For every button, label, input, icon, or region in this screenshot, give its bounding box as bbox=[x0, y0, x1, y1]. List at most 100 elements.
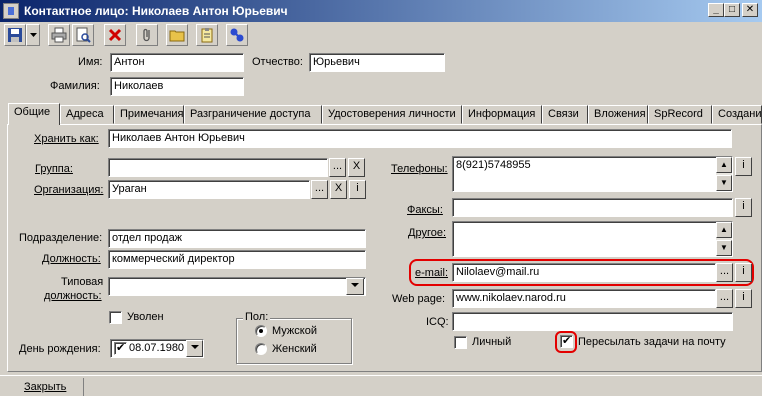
email-info-button[interactable]: i bbox=[735, 263, 752, 282]
web-page-info-button[interactable]: i bbox=[735, 289, 752, 308]
web-page-browse-button[interactable]: ... bbox=[716, 289, 733, 308]
typical-position-label-line2: должность: bbox=[44, 290, 102, 302]
scroll-up-arrow[interactable]: ▲ bbox=[716, 222, 732, 238]
icq-field[interactable] bbox=[452, 312, 733, 331]
print-preview-button[interactable] bbox=[72, 24, 94, 46]
organization-field[interactable]: Ураган bbox=[108, 180, 310, 199]
birthday-value: 08.07.1980 bbox=[129, 342, 185, 354]
group-field[interactable] bbox=[108, 158, 328, 177]
save-options-dropdown[interactable] bbox=[26, 24, 40, 46]
status-bar: Закрыть bbox=[0, 375, 762, 396]
department-field[interactable]: отдел продаж bbox=[108, 229, 366, 248]
organization-info-button[interactable]: i bbox=[349, 180, 366, 199]
link-button[interactable] bbox=[226, 24, 248, 46]
save-button[interactable] bbox=[4, 24, 26, 46]
tab-general[interactable]: Общие bbox=[8, 103, 60, 125]
organization-clear-button[interactable]: X bbox=[330, 180, 347, 199]
maximize-button[interactable]: □ bbox=[724, 3, 740, 17]
close-button[interactable]: Закрыть bbox=[8, 378, 84, 396]
birthday-label: День рождения: bbox=[19, 343, 101, 355]
phones-scrollbar[interactable]: ▲ ▼ bbox=[716, 157, 732, 191]
close-button-label: Закрыть bbox=[24, 381, 67, 393]
title-bar: Контактное лицо: Николаев Антон Юрьевич … bbox=[0, 0, 762, 22]
scroll-down-arrow[interactable]: ▼ bbox=[716, 240, 732, 256]
other-label: Другое: bbox=[408, 227, 447, 239]
organization-label: Организация: bbox=[34, 184, 104, 196]
typical-position-dropdown[interactable] bbox=[346, 278, 364, 295]
tab-relations[interactable]: Связи bbox=[542, 105, 588, 124]
contact-app-icon bbox=[3, 3, 19, 19]
email-label: e-mail: bbox=[415, 267, 449, 279]
toolbar bbox=[0, 22, 762, 48]
position-field[interactable]: коммерческий директор bbox=[108, 250, 366, 269]
tab-sprecord[interactable]: SpRecord bbox=[648, 105, 712, 124]
typical-position-label-line1: Типовая bbox=[61, 276, 104, 288]
middle-name-field[interactable]: Юрьевич bbox=[309, 53, 445, 72]
faxes-info-button[interactable]: i bbox=[735, 198, 752, 217]
print-button[interactable] bbox=[48, 24, 70, 46]
tab-attachments[interactable]: Вложения bbox=[588, 105, 648, 124]
other-scrollbar[interactable]: ▲ ▼ bbox=[716, 222, 732, 256]
forward-tasks-checkbox[interactable] bbox=[560, 334, 573, 348]
delete-icon bbox=[108, 28, 122, 42]
web-page-field[interactable]: www.nikolaev.narod.ru bbox=[452, 289, 716, 308]
first-name-field[interactable]: Антон bbox=[110, 53, 244, 72]
tab-notes[interactable]: Примечания bbox=[114, 105, 184, 124]
print-preview-icon bbox=[76, 27, 91, 43]
middle-name-label: Отчество: bbox=[252, 56, 303, 68]
email-browse-button[interactable]: ... bbox=[716, 263, 733, 282]
tab-identity-documents[interactable]: Удостоверения личности bbox=[322, 105, 462, 124]
email-field[interactable]: Nilolaev@mail.ru bbox=[452, 263, 716, 282]
fired-label: Уволен bbox=[127, 311, 164, 323]
birthday-enabled-checkbox[interactable] bbox=[114, 341, 127, 355]
clipboard-icon bbox=[201, 28, 213, 43]
phones-info-button[interactable]: i bbox=[735, 157, 752, 176]
chevron-down-icon bbox=[190, 345, 199, 349]
department-label: Подразделение: bbox=[19, 232, 103, 244]
minimize-button[interactable]: _ bbox=[708, 3, 724, 17]
faxes-label: Факсы: bbox=[407, 204, 443, 216]
gender-male-radio[interactable] bbox=[255, 325, 267, 337]
dropdown-arrow-icon bbox=[30, 33, 37, 37]
organization-browse-button[interactable]: ... bbox=[311, 180, 328, 199]
last-name-label: Фамилия: bbox=[50, 80, 100, 92]
faxes-field[interactable] bbox=[452, 198, 733, 217]
scroll-up-arrow[interactable]: ▲ bbox=[716, 157, 732, 173]
tab-access[interactable]: Разграничение доступа bbox=[184, 105, 322, 124]
fired-checkbox[interactable] bbox=[109, 311, 122, 324]
last-name-field[interactable]: Николаев bbox=[110, 77, 244, 96]
gender-female-label: Женский bbox=[272, 343, 317, 355]
birthday-calendar-dropdown[interactable] bbox=[186, 340, 203, 357]
window-title: Контактное лицо: Николаев Антон Юрьевич bbox=[24, 4, 288, 18]
clipboard-button[interactable] bbox=[196, 24, 218, 46]
other-field[interactable]: ▲ ▼ bbox=[452, 221, 733, 257]
group-clear-button[interactable]: X bbox=[348, 158, 365, 177]
close-window-button[interactable]: ✕ bbox=[742, 3, 758, 17]
first-name-label: Имя: bbox=[78, 56, 103, 68]
gender-group-label: Пол: bbox=[243, 311, 271, 323]
store-as-label: Хранить как: bbox=[34, 133, 99, 145]
group-browse-button[interactable]: ... bbox=[329, 158, 346, 177]
tab-created[interactable]: Создани bbox=[712, 105, 762, 124]
attach-button[interactable] bbox=[136, 24, 158, 46]
store-as-field[interactable]: Николаев Антон Юрьевич bbox=[108, 129, 732, 148]
save-icon bbox=[8, 28, 22, 42]
link-icon bbox=[230, 28, 244, 42]
phones-field[interactable]: 8(921)5748955 ▲ ▼ bbox=[452, 156, 733, 192]
print-icon bbox=[51, 27, 67, 43]
personal-checkbox[interactable] bbox=[454, 336, 467, 349]
forward-tasks-label: Пересылать задачи на почту bbox=[578, 336, 726, 348]
tab-information[interactable]: Информация bbox=[462, 105, 542, 124]
gender-male-label: Мужской bbox=[272, 325, 317, 337]
delete-button[interactable] bbox=[104, 24, 126, 46]
open-folder-button[interactable] bbox=[166, 24, 188, 46]
scroll-down-arrow[interactable]: ▼ bbox=[716, 175, 732, 191]
phones-label: Телефоны: bbox=[391, 163, 448, 175]
typical-position-select[interactable] bbox=[108, 277, 366, 296]
icq-label: ICQ: bbox=[426, 316, 449, 328]
position-label: Должность: bbox=[42, 253, 101, 265]
tab-addresses[interactable]: Адреса bbox=[60, 105, 114, 124]
personal-label: Личный bbox=[472, 336, 512, 348]
gender-female-radio[interactable] bbox=[255, 343, 267, 355]
web-page-label: Web page: bbox=[392, 293, 446, 305]
